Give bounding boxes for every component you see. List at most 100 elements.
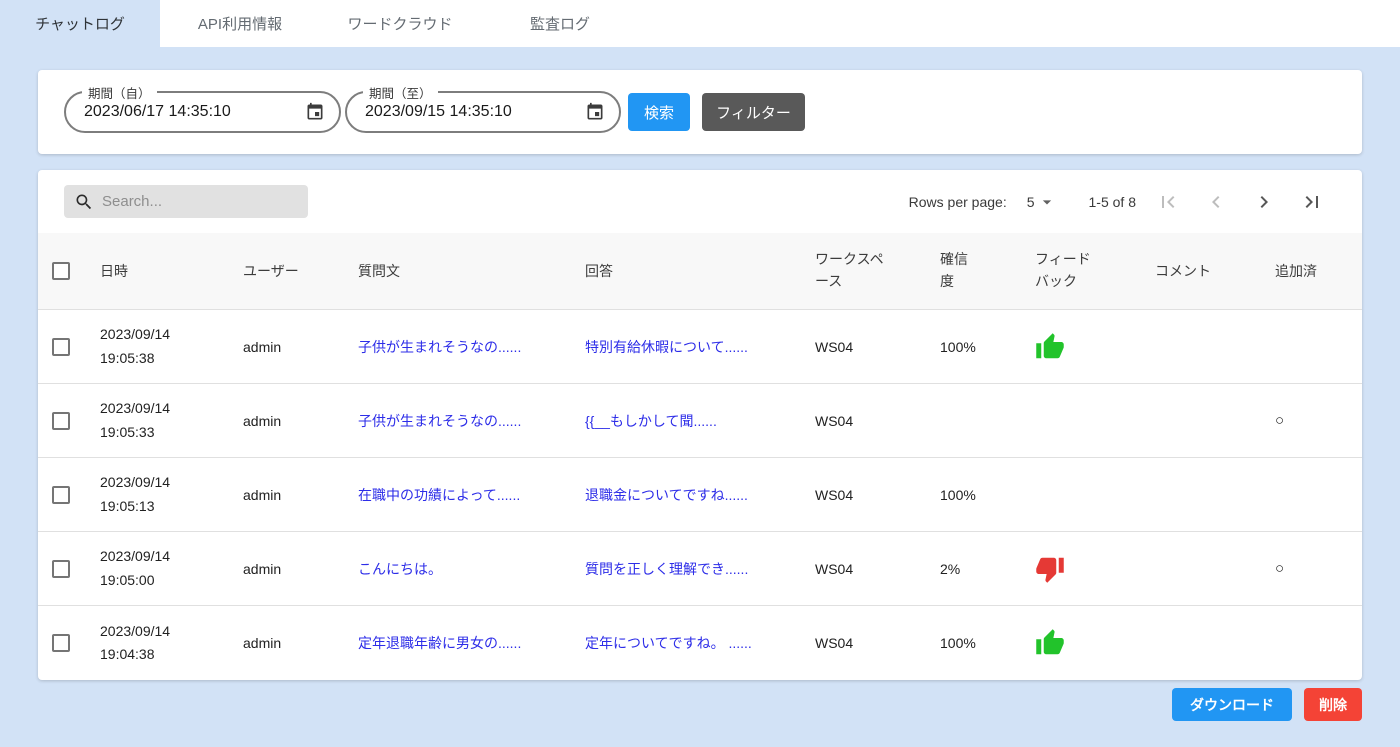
column-header: フィードバック bbox=[1019, 249, 1139, 292]
column-header-label: 追加済 bbox=[1275, 263, 1317, 279]
answer-link[interactable]: 退職金についてですね...... bbox=[585, 487, 748, 503]
column-header-label: ワークスペース bbox=[815, 249, 887, 292]
datetime-cell: 2023/09/1419:04:38 bbox=[84, 620, 227, 666]
thumb-up-icon bbox=[1035, 332, 1065, 362]
workspace-cell: WS04 bbox=[799, 561, 924, 577]
question-link[interactable]: 子供が生まれそうなの...... bbox=[358, 413, 521, 429]
row-checkbox-cell bbox=[38, 412, 84, 430]
row-checkbox[interactable] bbox=[52, 338, 70, 356]
user-cell: admin bbox=[227, 413, 342, 429]
row-checkbox[interactable] bbox=[52, 486, 70, 504]
datetime-cell: 2023/09/1419:05:00 bbox=[84, 545, 227, 591]
table-search-box[interactable] bbox=[64, 185, 308, 218]
question-cell: こんにちは。 bbox=[342, 559, 569, 579]
first-page-button[interactable] bbox=[1156, 190, 1180, 214]
row-checkbox-cell bbox=[38, 560, 84, 578]
date-to-input[interactable]: 期間（至） 2023/09/15 14:35:10 bbox=[345, 91, 621, 133]
tab-audit-log[interactable]: 監査ログ bbox=[480, 0, 640, 47]
calendar-icon bbox=[305, 102, 325, 122]
rows-per-page-label: Rows per page: bbox=[909, 194, 1007, 210]
tab-bar: チャットログAPI利用情報ワードクラウド監査ログ bbox=[0, 0, 1400, 47]
filter-button[interactable]: フィルター bbox=[702, 93, 805, 131]
question-cell: 子供が生まれそうなの...... bbox=[342, 337, 569, 357]
chevron-right-icon bbox=[1252, 190, 1276, 214]
confidence-cell: 100% bbox=[924, 635, 1019, 651]
added-mark: ○ bbox=[1275, 560, 1284, 577]
date-to-label: 期間（至） bbox=[363, 83, 438, 102]
column-header: 回答 bbox=[569, 261, 799, 281]
user-cell: admin bbox=[227, 339, 342, 355]
select-all-checkbox[interactable] bbox=[52, 262, 70, 280]
workspace-cell: WS04 bbox=[799, 487, 924, 503]
date-from-input[interactable]: 期間（自） 2023/06/17 14:35:10 bbox=[64, 91, 341, 133]
added-cell: ○ bbox=[1259, 412, 1362, 429]
header-checkbox-cell bbox=[38, 262, 84, 280]
rows-per-page-value: 5 bbox=[1027, 194, 1035, 210]
table-search-input[interactable] bbox=[102, 193, 298, 210]
question-cell: 定年退職年齢に男女の...... bbox=[342, 633, 569, 653]
last-page-button[interactable] bbox=[1300, 190, 1324, 214]
search-icon bbox=[74, 192, 94, 212]
question-link[interactable]: 在職中の功績によって...... bbox=[358, 487, 520, 503]
table-row: 2023/09/1419:04:38admin 定年退職年齢に男女の...... 定… bbox=[38, 606, 1362, 680]
answer-cell: 定年についてですね。 ...... bbox=[569, 633, 799, 653]
calendar-icon bbox=[585, 102, 605, 122]
row-checkbox[interactable] bbox=[52, 560, 70, 578]
chevron-left-button[interactable] bbox=[1204, 190, 1228, 214]
question-link[interactable]: 定年退職年齢に男女の...... bbox=[358, 635, 521, 651]
answer-cell: {{__もしかして聞...... bbox=[569, 411, 799, 431]
row-checkbox-cell bbox=[38, 486, 84, 504]
datetime-cell: 2023/09/1419:05:13 bbox=[84, 471, 227, 517]
tab-word-cloud[interactable]: ワードクラウド bbox=[320, 0, 480, 47]
arrow-drop-down-icon bbox=[1037, 192, 1057, 212]
user-cell: admin bbox=[227, 635, 342, 651]
tab-chat-log[interactable]: チャットログ bbox=[0, 0, 160, 47]
column-header: ユーザー bbox=[227, 261, 342, 281]
answer-link[interactable]: {{__もしかして聞...... bbox=[585, 413, 717, 429]
confidence-cell: 100% bbox=[924, 339, 1019, 355]
table-row: 2023/09/1419:05:00adminこんにちは。質問を正しく理解でき.… bbox=[38, 532, 1362, 606]
answer-cell: 特別有給休暇について...... bbox=[569, 337, 799, 357]
row-checkbox-cell bbox=[38, 338, 84, 356]
question-cell: 在職中の功績によって...... bbox=[342, 485, 569, 505]
table-row: 2023/09/1419:05:33admin 子供が生まれそうなの...... {… bbox=[38, 384, 1362, 458]
thumb-up-icon bbox=[1035, 628, 1065, 658]
column-header: ワークスペース bbox=[799, 249, 924, 292]
download-button[interactable]: ダウンロード bbox=[1172, 688, 1292, 721]
column-header: 日時 bbox=[84, 261, 227, 281]
column-header-label: フィードバック bbox=[1035, 249, 1093, 292]
date-from-value[interactable]: 2023/06/17 14:35:10 bbox=[84, 103, 305, 121]
feedback-cell bbox=[1019, 628, 1139, 658]
added-cell: ○ bbox=[1259, 560, 1362, 577]
row-checkbox[interactable] bbox=[52, 412, 70, 430]
table-row: 2023/09/1419:05:13admin 在職中の功績によって...... 退… bbox=[38, 458, 1362, 532]
row-checkbox[interactable] bbox=[52, 634, 70, 652]
column-header-label: 回答 bbox=[585, 263, 613, 279]
answer-link[interactable]: 質問を正しく理解でき...... bbox=[585, 561, 748, 577]
question-link[interactable]: こんにちは。 bbox=[358, 561, 442, 577]
answer-link[interactable]: 定年についてですね。 ...... bbox=[585, 635, 752, 651]
delete-button[interactable]: 削除 bbox=[1304, 688, 1362, 721]
feedback-cell bbox=[1019, 332, 1139, 362]
confidence-cell: 2% bbox=[924, 561, 1019, 577]
user-cell: admin bbox=[227, 487, 342, 503]
chevron-right-button[interactable] bbox=[1252, 190, 1276, 214]
column-header-label: 日時 bbox=[100, 263, 128, 279]
question-cell: 子供が生まれそうなの...... bbox=[342, 411, 569, 431]
answer-cell: 退職金についてですね...... bbox=[569, 485, 799, 505]
datetime-cell: 2023/09/1419:05:33 bbox=[84, 397, 227, 443]
pagination-range: 1-5 of 8 bbox=[1089, 194, 1136, 210]
question-link[interactable]: 子供が生まれそうなの...... bbox=[358, 339, 521, 355]
search-button[interactable]: 検索 bbox=[628, 93, 690, 131]
confidence-cell: 100% bbox=[924, 487, 1019, 503]
rows-per-page-select[interactable]: 5 bbox=[1027, 192, 1057, 212]
table-header: 日時ユーザー質問文回答ワークスペース確信度フィードバックコメント追加済 bbox=[38, 233, 1362, 310]
date-filter-panel: 期間（自） 2023/06/17 14:35:10 期間（至） 2023/09/… bbox=[38, 70, 1362, 154]
column-header-label: 確信度 bbox=[940, 249, 970, 292]
tab-api-usage[interactable]: API利用情報 bbox=[160, 0, 320, 47]
answer-link[interactable]: 特別有給休暇について...... bbox=[585, 339, 748, 355]
row-checkbox-cell bbox=[38, 634, 84, 652]
pagination: Rows per page: 5 1-5 of 8 bbox=[909, 190, 1336, 214]
table-body: 2023/09/1419:05:38admin子供が生まれそうなの......特… bbox=[38, 310, 1362, 680]
date-to-value[interactable]: 2023/09/15 14:35:10 bbox=[365, 103, 585, 121]
